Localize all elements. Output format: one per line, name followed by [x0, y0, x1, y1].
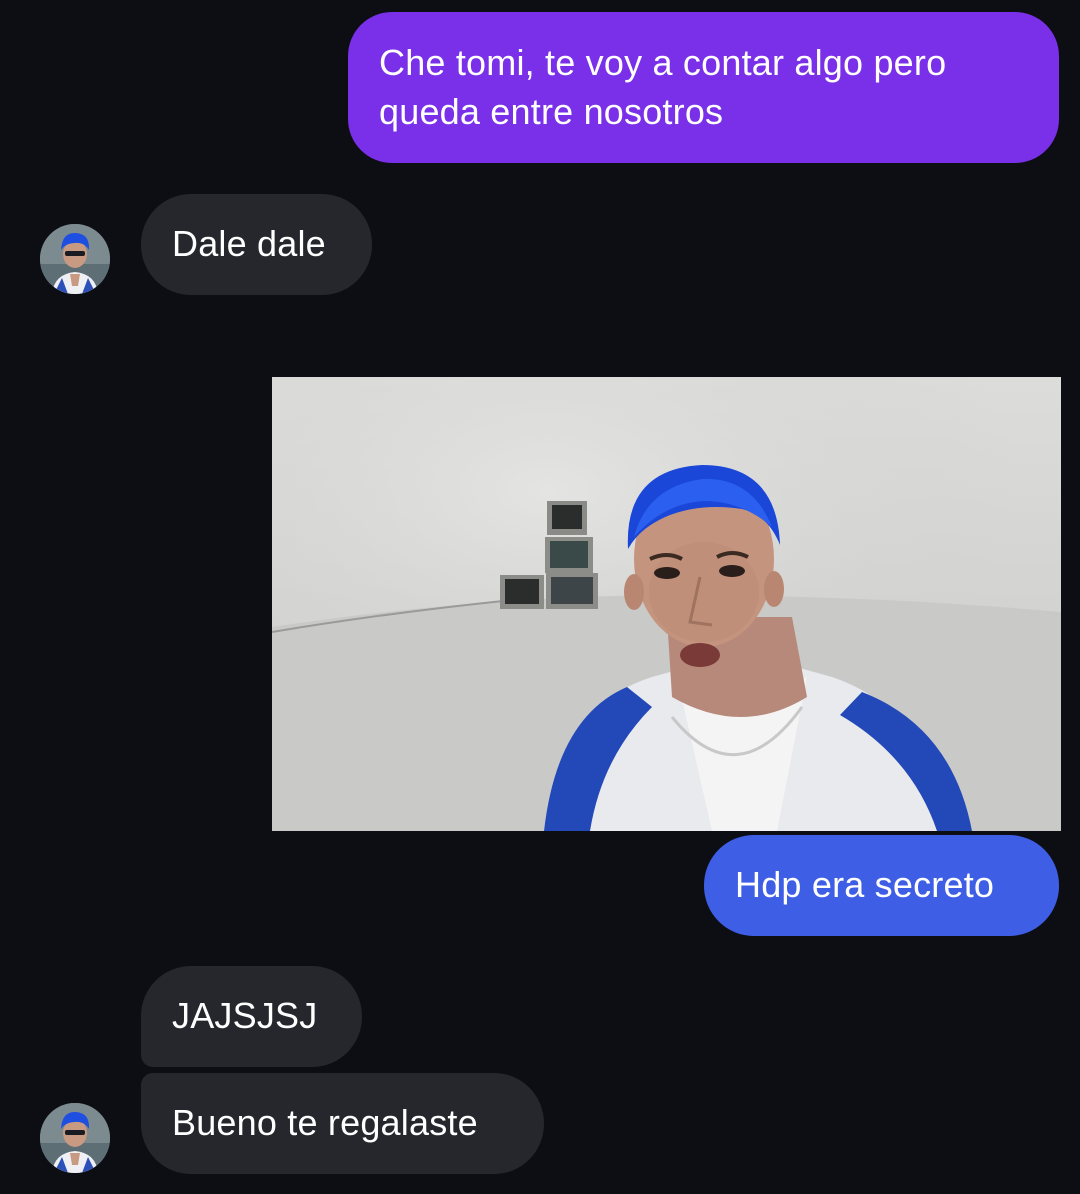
- contact-avatar[interactable]: [40, 1103, 110, 1173]
- contact-avatar[interactable]: [40, 224, 110, 294]
- message-text: Che tomi, te voy a contar algo pero qued…: [379, 42, 947, 132]
- outgoing-message[interactable]: Che tomi, te voy a contar algo pero qued…: [348, 12, 1059, 163]
- message-text: Dale dale: [172, 223, 326, 264]
- avatar-blue-hair-icon: [40, 224, 110, 294]
- image-message[interactable]: [272, 377, 1061, 831]
- avatar-blue-hair-icon: [40, 1103, 110, 1173]
- incoming-message[interactable]: Bueno te regalaste: [141, 1073, 544, 1174]
- outgoing-message[interactable]: Hdp era secreto: [704, 835, 1059, 936]
- chat-thread: Che tomi, te voy a contar algo pero qued…: [0, 0, 1080, 1194]
- message-text: Bueno te regalaste: [172, 1102, 478, 1143]
- message-text: JAJSJSJ: [172, 995, 318, 1036]
- message-text: Hdp era secreto: [735, 864, 995, 905]
- photo-man-blue-hair-icon: [272, 377, 1061, 831]
- incoming-message[interactable]: JAJSJSJ: [141, 966, 362, 1067]
- incoming-message[interactable]: Dale dale: [141, 194, 372, 295]
